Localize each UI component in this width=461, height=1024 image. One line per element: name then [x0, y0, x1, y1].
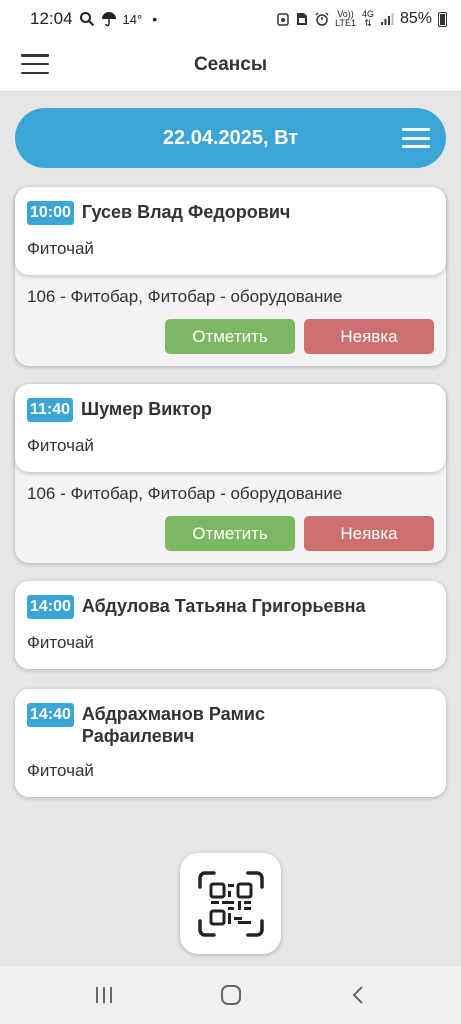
- sim-card-icon: [297, 13, 308, 25]
- status-time: 12:04: [30, 9, 73, 28]
- session-time-badge: 14:00: [27, 595, 74, 619]
- page-title: Сеансы: [193, 53, 268, 75]
- battery-percent: 85%: [399, 10, 432, 27]
- session-time-badge: 14:40: [27, 703, 74, 727]
- no-show-button[interactable]: Неявка: [304, 319, 434, 354]
- recent-apps-icon: [95, 987, 112, 1003]
- signal-icon: [380, 13, 394, 25]
- session-header[interactable]: 10:00 Гусев Влад Федорович Фиточай: [15, 187, 446, 275]
- session-time-badge: 11:40: [27, 398, 74, 422]
- session-card[interactable]: 14:00 Абдулова Татьяна Григорьевна Фиточ…: [15, 581, 446, 669]
- resource-text: 106 - Фитобар, Фитобар - оборудование: [27, 484, 343, 503]
- client-name: Гусев Влад Федорович: [81, 202, 291, 222]
- service-name: Фиточай: [27, 239, 94, 258]
- session-actions: Отметить Неявка: [27, 516, 434, 551]
- session-actions: Отметить Неявка: [27, 319, 434, 354]
- date-menu-icon[interactable]: [402, 127, 430, 149]
- search-icon: [79, 12, 94, 27]
- camera-lock-icon: [277, 13, 289, 26]
- back-button[interactable]: [338, 975, 378, 1015]
- date-selector[interactable]: 22.04.2025, Вт: [15, 108, 446, 168]
- umbrella-icon: [101, 12, 116, 27]
- status-dot: •: [152, 11, 158, 27]
- session-card[interactable]: 10:00 Гусев Влад Федорович Фиточай 106 -…: [15, 187, 446, 366]
- session-header[interactable]: 11:40 Шумер Виктор Фиточай: [15, 384, 446, 472]
- client-name: Абдрахманов Рамис Рафаилевич: [81, 704, 265, 746]
- hamburger-icon[interactable]: [20, 52, 50, 76]
- session-time-badge: 10:00: [27, 201, 74, 225]
- session-card[interactable]: 11:40 Шумер Виктор Фиточай 106 - Фитобар…: [15, 384, 446, 563]
- alarm-icon: [315, 12, 329, 26]
- volte-indicator: Vo)) LTE1: [335, 9, 356, 28]
- battery-icon: [438, 11, 447, 27]
- home-icon: [220, 985, 241, 1005]
- status-temperature: 14°: [122, 11, 143, 27]
- session-header[interactable]: 14:40 Абдрахманов Рамис Рафаилевич Фиточ…: [15, 689, 446, 797]
- date-label: 22.04.2025, Вт: [162, 126, 299, 149]
- network-type-indicator: 4G ⇅: [361, 9, 374, 28]
- no-show-button[interactable]: Неявка: [304, 516, 434, 551]
- client-name: Абдулова Татьяна Григорьевна: [81, 596, 366, 616]
- qr-scan-icon: [197, 870, 264, 937]
- session-details: 106 - Фитобар, Фитобар - оборудование От…: [15, 275, 446, 366]
- recent-apps-button[interactable]: [84, 975, 124, 1015]
- system-nav-bar: [0, 966, 461, 1024]
- service-name: Фиточай: [27, 436, 94, 455]
- mark-button[interactable]: Отметить: [165, 319, 295, 354]
- resource-text: 106 - Фитобар, Фитобар - оборудование: [27, 287, 343, 306]
- back-icon: [352, 986, 363, 1004]
- session-header[interactable]: 14:00 Абдулова Татьяна Григорьевна Фиточ…: [15, 581, 446, 669]
- session-card[interactable]: 14:40 Абдрахманов Рамис Рафаилевич Фиточ…: [15, 689, 446, 797]
- service-name: Фиточай: [27, 761, 94, 780]
- status-bar: 12:04 14° • Vo)) LTE1 4G ⇅ 85%: [0, 0, 461, 38]
- service-name: Фиточай: [27, 633, 94, 652]
- client-name: Шумер Виктор: [81, 399, 212, 419]
- mark-button[interactable]: Отметить: [165, 516, 295, 551]
- app-bar: Сеансы: [0, 38, 461, 92]
- qr-scan-button[interactable]: [180, 853, 281, 954]
- session-details: 106 - Фитобар, Фитобар - оборудование От…: [15, 472, 446, 563]
- home-button[interactable]: [211, 975, 251, 1015]
